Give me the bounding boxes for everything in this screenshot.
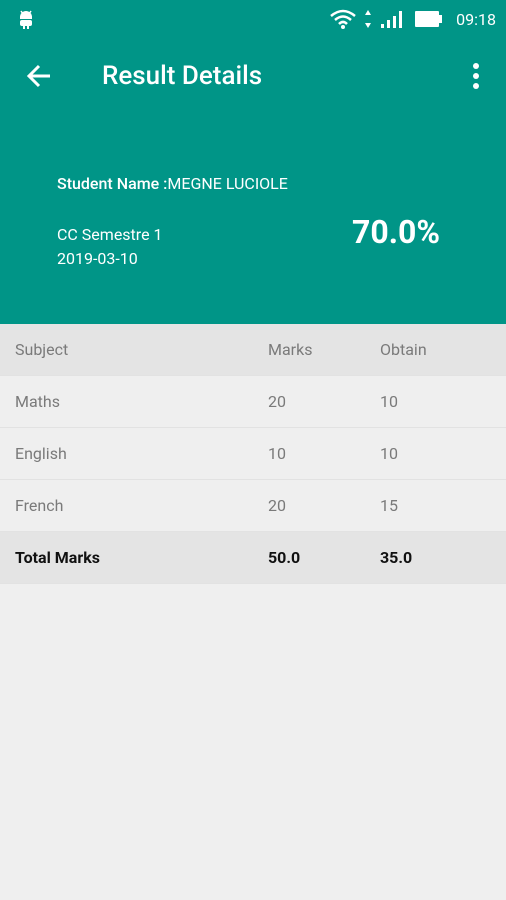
obtain-cell: 10 — [380, 444, 398, 463]
table-row: French 20 15 — [0, 480, 506, 532]
cellular-signal-icon — [381, 11, 403, 28]
total-obtain-value: 35.0 — [380, 548, 413, 567]
column-header-subject: Subject — [15, 340, 69, 359]
arrow-left-icon[interactable] — [22, 58, 58, 94]
total-label: Total Marks — [15, 548, 100, 567]
obtain-cell: 15 — [380, 496, 398, 515]
column-header-marks: Marks — [268, 340, 313, 359]
more-vertical-icon[interactable] — [466, 58, 486, 94]
student-name-label: Student Name : — [57, 174, 168, 193]
column-header-obtain: Obtain — [380, 340, 427, 359]
page-title: Result Details — [102, 61, 263, 91]
student-name-line: Student Name :MEGNE LUCIOLE — [57, 173, 288, 195]
status-bar: 09:18 — [0, 0, 506, 38]
results-table: Subject Marks Obtain Maths 20 10 English… — [0, 324, 506, 584]
table-header-row: Subject Marks Obtain — [0, 324, 506, 376]
status-time: 09:18 — [456, 9, 496, 29]
subject-cell: Maths — [15, 392, 60, 411]
data-transfer-icon — [365, 10, 372, 28]
table-row: Maths 20 10 — [0, 376, 506, 428]
marks-cell: 20 — [268, 496, 286, 515]
marks-cell: 20 — [268, 392, 286, 411]
total-marks-row: Total Marks 50.0 35.0 — [0, 532, 506, 584]
table-row: English 10 10 — [0, 428, 506, 480]
percentage-value: 70.0% — [352, 213, 441, 251]
student-name-value: MEGNE LUCIOLE — [167, 174, 288, 193]
marks-cell: 10 — [268, 444, 286, 463]
subject-cell: English — [15, 444, 67, 463]
result-date: 2019-03-10 — [57, 249, 138, 268]
wifi-icon — [330, 9, 356, 29]
app-bar: Result Details — [0, 38, 506, 114]
android-icon — [20, 10, 32, 29]
semester-label: CC Semestre 1 — [57, 225, 163, 244]
obtain-cell: 10 — [380, 392, 398, 411]
battery-icon — [415, 11, 443, 27]
subject-cell: French — [15, 496, 64, 515]
total-marks-value: 50.0 — [268, 548, 301, 567]
